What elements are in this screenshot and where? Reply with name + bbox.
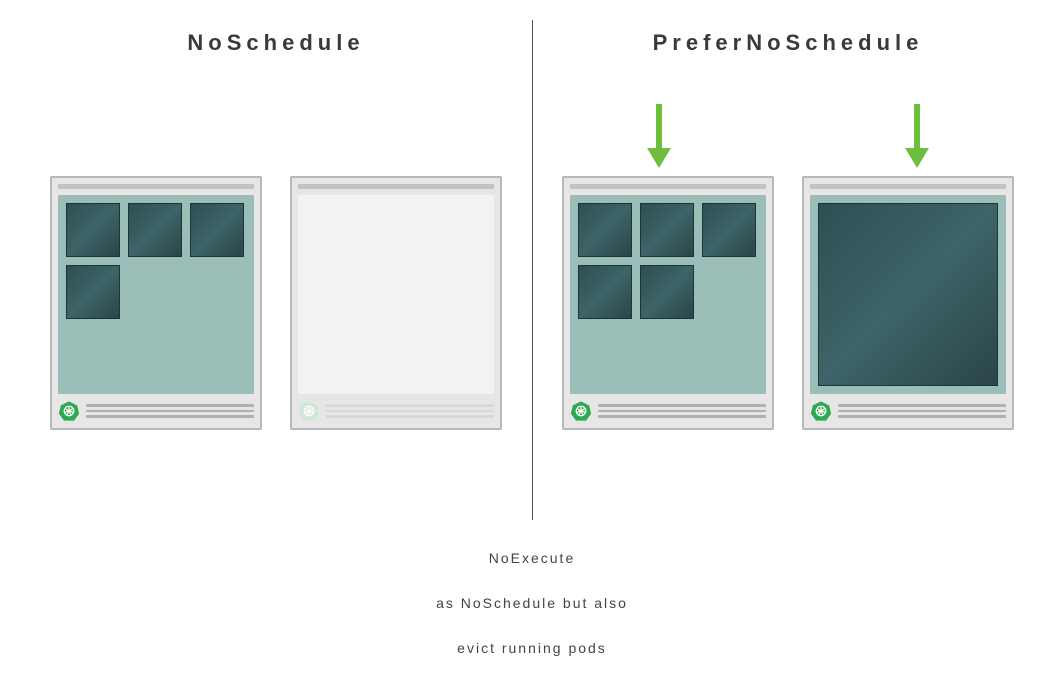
- kubernetes-icon: [58, 400, 80, 422]
- right-arrow-row: [552, 100, 1024, 170]
- k8s-node: [290, 176, 502, 430]
- pod: [640, 203, 694, 257]
- node-topbar: [298, 184, 494, 189]
- pod: [66, 265, 120, 319]
- footer-text: NoExecute as NoSchedule but also evict r…: [436, 525, 628, 682]
- node-footer: [58, 394, 254, 422]
- k8s-node: [50, 176, 262, 430]
- footer-line: [326, 410, 494, 413]
- pod: [190, 203, 244, 257]
- k8s-node: [562, 176, 774, 430]
- down-arrow-icon: [901, 100, 933, 175]
- kubernetes-icon: [570, 400, 592, 422]
- node-body: [810, 195, 1006, 394]
- node-topbar: [570, 184, 766, 189]
- node-footer: [570, 394, 766, 422]
- node-body: [298, 195, 494, 394]
- pod-large: [818, 203, 998, 386]
- footer-line: [86, 404, 254, 407]
- footer-lines: [598, 404, 766, 418]
- left-arrow-row: [40, 100, 512, 170]
- node-footer: [810, 394, 1006, 422]
- node-body: [58, 195, 254, 394]
- kubernetes-icon: [810, 400, 832, 422]
- footer-line: [838, 410, 1006, 413]
- footer-line: [838, 404, 1006, 407]
- k8s-node: [802, 176, 1014, 430]
- pod: [578, 203, 632, 257]
- right-panel: PreferNoSchedule: [532, 20, 1044, 520]
- pod: [578, 265, 632, 319]
- pod: [128, 203, 182, 257]
- footer-line: [598, 404, 766, 407]
- node-topbar: [58, 184, 254, 189]
- right-heading: PreferNoSchedule: [653, 30, 924, 60]
- footer-line: [598, 410, 766, 413]
- footer-line: [598, 415, 766, 418]
- diagram-container: NoSchedule: [20, 20, 1044, 520]
- vertical-divider: [532, 20, 533, 520]
- kubernetes-icon: [298, 400, 320, 422]
- footer-lines: [326, 404, 494, 418]
- footer-line: [326, 404, 494, 407]
- footer-line: [326, 415, 494, 418]
- pod: [640, 265, 694, 319]
- left-heading: NoSchedule: [187, 30, 364, 60]
- node-footer: [298, 394, 494, 422]
- left-panel: NoSchedule: [20, 20, 532, 520]
- node-body: [570, 195, 766, 394]
- footer-line: [838, 415, 1006, 418]
- pod: [66, 203, 120, 257]
- footer-line-3: evict running pods: [436, 637, 628, 659]
- footer-line: [86, 410, 254, 413]
- footer-line-1: NoExecute: [436, 547, 628, 569]
- footer-lines: [838, 404, 1006, 418]
- pod: [702, 203, 756, 257]
- node-topbar: [810, 184, 1006, 189]
- down-arrow-icon: [643, 100, 675, 175]
- left-nodes-row: [50, 176, 502, 430]
- right-nodes-row: [562, 176, 1014, 430]
- footer-lines: [86, 404, 254, 418]
- footer-line: [86, 415, 254, 418]
- footer-line-2: as NoSchedule but also: [436, 592, 628, 614]
